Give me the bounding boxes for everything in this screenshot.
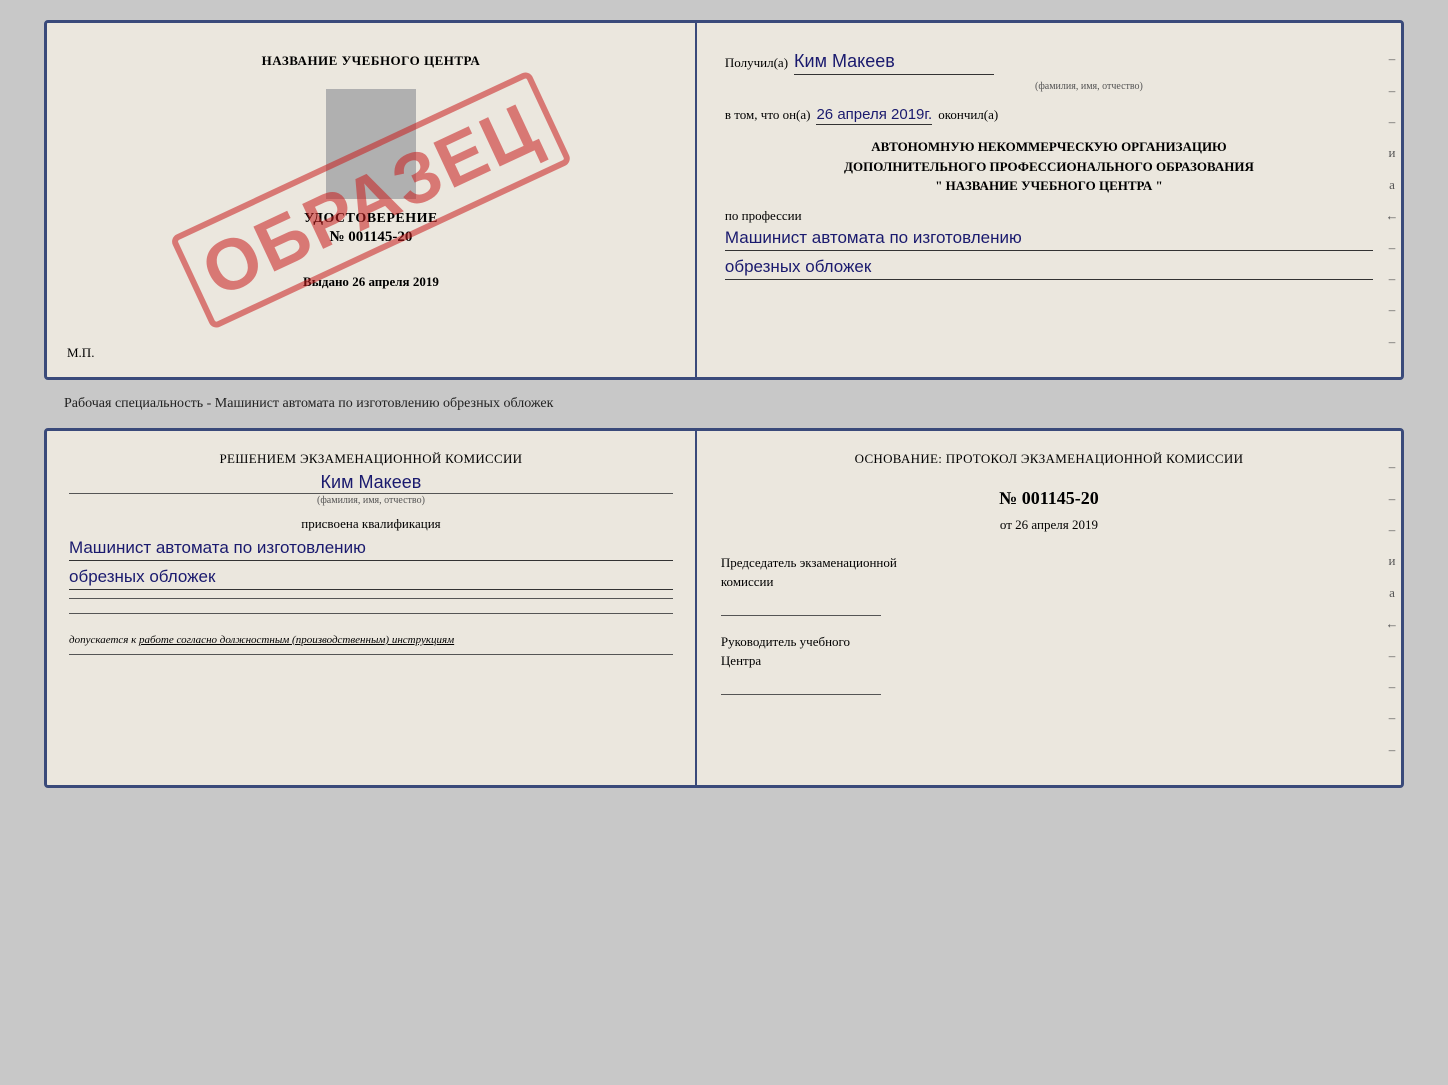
vtom-label: в том, что он(а)	[725, 107, 811, 123]
bottom-document: Решением экзаменационной комиссии Ким Ма…	[44, 428, 1404, 788]
dash-i: и	[1389, 146, 1396, 159]
bdash-a: а	[1389, 586, 1395, 599]
predsedatel-block: Председатель экзаменационной комиссии	[721, 553, 1377, 616]
okonchil-label: окончил(а)	[938, 107, 998, 123]
top-doc-right: Получил(а) Ким Макеев (фамилия, имя, отч…	[697, 23, 1401, 377]
qualification-line1: Машинист автомата по изготовлению	[69, 538, 673, 561]
bottom-fio-name: Ким Макеев	[69, 472, 673, 493]
komissii-label: комиссии	[721, 572, 1377, 592]
dopuskaetsya-underlined: работе согласно должностным (производств…	[139, 634, 454, 646]
po-professii: по профессии	[725, 208, 1373, 224]
underline-2	[69, 613, 673, 614]
org-line3: " НАЗВАНИЕ УЧЕБНОГО ЦЕНТРА "	[725, 176, 1373, 196]
rukovoditel-block: Руководитель учебного Центра	[721, 632, 1377, 695]
vydano-date: 26 апреля 2019	[352, 274, 439, 289]
protocol-date: от 26 апреля 2019	[721, 517, 1377, 533]
ot-label: от	[1000, 517, 1012, 532]
predsedatel-signature	[721, 596, 881, 616]
underline-1	[69, 598, 673, 599]
udostoverenie-block: УДОСТОВЕРЕНИЕ № 001145-20	[304, 211, 438, 246]
poluchil-label: Получил(а)	[725, 55, 788, 71]
vtom-line: в том, что он(а) 26 апреля 2019г. окончи…	[725, 106, 1373, 125]
dash-7: –	[1389, 335, 1396, 348]
udostoverenie-number: № 001145-20	[304, 229, 438, 246]
bdash-7: –	[1389, 743, 1396, 756]
dash-6: –	[1389, 303, 1396, 316]
dash-1: –	[1389, 52, 1396, 65]
dopuskaetsya-prefix: допускается к	[69, 634, 136, 646]
org-line2: ДОПОЛНИТЕЛЬНОГО ПРОФЕССИОНАЛЬНОГО ОБРАЗО…	[725, 157, 1373, 177]
reshenie-text: Решением экзаменационной комиссии	[69, 449, 673, 470]
bottom-fio-hint: (фамилия, имя, отчество)	[69, 493, 673, 506]
top-doc-left: НАЗВАНИЕ УЧЕБНОГО ЦЕНТРА УДОСТОВЕРЕНИЕ №…	[47, 23, 697, 377]
vydano-label: Выдано	[303, 274, 349, 289]
rukovoditel-label: Руководитель учебного	[721, 632, 1377, 652]
tsentra-label: Центра	[721, 651, 1377, 671]
protocol-number: № 001145-20	[721, 488, 1377, 509]
osnovanie-text: Основание: протокол экзаменационной коми…	[721, 449, 1377, 470]
bottom-doc-right: Основание: протокол экзаменационной коми…	[697, 431, 1401, 785]
dash-a: а	[1389, 178, 1395, 191]
receiver-line: Получил(а) Ким Макеев	[725, 51, 1373, 75]
dash-4: –	[1389, 241, 1396, 254]
right-dashes: – – – и а ← – – – –	[1383, 23, 1401, 377]
dash-3: –	[1389, 115, 1396, 128]
bdash-5: –	[1389, 680, 1396, 693]
bdash-4: –	[1389, 649, 1396, 662]
bdash-1: –	[1389, 460, 1396, 473]
udostoverenie-title: УДОСТОВЕРЕНИЕ	[304, 211, 438, 227]
caption: Рабочая специальность - Машинист автомат…	[64, 396, 553, 412]
bdash-3: –	[1389, 523, 1396, 536]
profession-line2: обрезных обложек	[725, 257, 1373, 280]
bdash-6: –	[1389, 711, 1396, 724]
bottom-right-dashes: – – – и а ← – – – –	[1383, 431, 1401, 785]
recipient-name: Ким Макеев	[794, 51, 994, 75]
photo-placeholder	[326, 89, 416, 199]
rukovoditel-signature	[721, 675, 881, 695]
prisvoena-text: присвоена квалификация	[69, 516, 673, 532]
org-line1: АВТОНОМНУЮ НЕКОММЕРЧЕСКУЮ ОРГАНИЗАЦИЮ	[725, 137, 1373, 157]
vtom-date: 26 апреля 2019г.	[816, 106, 932, 125]
fio-hint-top: (фамилия, имя, отчество)	[805, 81, 1373, 92]
dash-2: –	[1389, 84, 1396, 97]
dash-5: –	[1389, 272, 1396, 285]
vydano-line: Выдано 26 апреля 2019	[303, 274, 439, 290]
bdash-arrow: ←	[1385, 617, 1398, 630]
protocol-date-value: 26 апреля 2019	[1015, 517, 1098, 532]
top-document: НАЗВАНИЕ УЧЕБНОГО ЦЕНТРА УДОСТОВЕРЕНИЕ №…	[44, 20, 1404, 380]
bottom-doc-left: Решением экзаменационной комиссии Ким Ма…	[47, 431, 697, 785]
bdash-2: –	[1389, 492, 1396, 505]
org-block: АВТОНОМНУЮ НЕКОММЕРЧЕСКУЮ ОРГАНИЗАЦИЮ ДО…	[725, 137, 1373, 196]
predsedatel-label: Председатель экзаменационной	[721, 553, 1377, 573]
underline-3	[69, 654, 673, 655]
dopuskaetsya-line: допускается к работе согласно должностны…	[69, 634, 673, 646]
bdash-i: и	[1389, 554, 1396, 567]
qualification-line2: обрезных обложек	[69, 567, 673, 590]
profession-line1: Машинист автомата по изготовлению	[725, 228, 1373, 251]
mp-label: М.П.	[67, 345, 94, 361]
school-name-top: НАЗВАНИЕ УЧЕБНОГО ЦЕНТРА	[262, 53, 481, 69]
dash-arrow: ←	[1385, 209, 1398, 222]
